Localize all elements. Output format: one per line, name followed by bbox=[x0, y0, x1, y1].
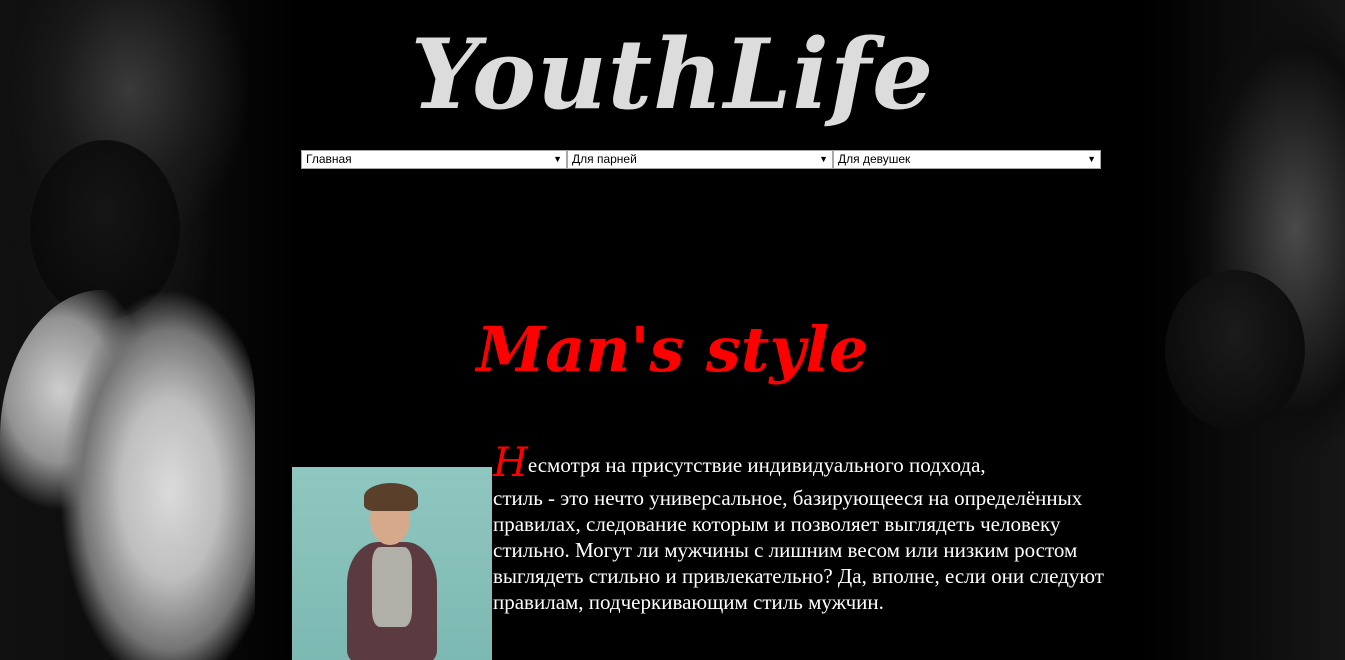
site-logo[interactable]: YouthLife bbox=[0, 0, 1345, 150]
image-figure-sweater bbox=[372, 547, 412, 627]
page: YouthLife Главная ▼ Для парней ▼ Для дев… bbox=[0, 0, 1345, 660]
article-body: стиль - это нечто универсальное, базирую… bbox=[493, 486, 1104, 614]
image-figure-hair bbox=[364, 483, 418, 511]
nav-select-for-girls-value: Для девушек bbox=[838, 152, 911, 166]
article-first-line: Несмотря на присутствие индивидуального … bbox=[493, 443, 1113, 483]
nav-select-for-girls[interactable]: Для девушек ▼ bbox=[833, 150, 1101, 169]
article-first-line-text: есмотря на присутствие индивидуального п… bbox=[527, 453, 986, 477]
section-title: Man's style bbox=[476, 313, 869, 386]
article-text: Несмотря на присутствие индивидуального … bbox=[493, 443, 1113, 615]
drop-cap: Н bbox=[493, 440, 528, 486]
nav-select-home[interactable]: Главная ▼ bbox=[301, 150, 567, 169]
nav-select-home-value: Главная bbox=[306, 152, 352, 166]
nav-select-for-guys[interactable]: Для парней ▼ bbox=[567, 150, 833, 169]
dropdown-arrow-icon: ▼ bbox=[819, 154, 828, 164]
article-image bbox=[292, 467, 492, 660]
dropdown-arrow-icon: ▼ bbox=[553, 154, 562, 164]
nav-select-for-guys-value: Для парней bbox=[572, 152, 637, 166]
dropdown-arrow-icon: ▼ bbox=[1087, 154, 1096, 164]
nav-bar: Главная ▼ Для парней ▼ Для девушек ▼ bbox=[301, 150, 1101, 169]
